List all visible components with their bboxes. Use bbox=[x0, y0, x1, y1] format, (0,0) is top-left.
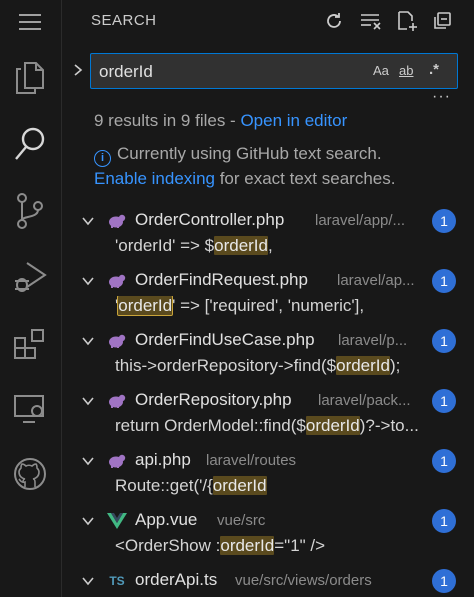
match-count-badge: 1 bbox=[432, 329, 456, 353]
files-icon[interactable] bbox=[0, 58, 60, 98]
enable-indexing-link[interactable]: Enable indexing bbox=[94, 169, 215, 188]
menu-icon[interactable] bbox=[0, 6, 60, 38]
match-after: ); bbox=[389, 356, 401, 375]
file-path: vue/src bbox=[217, 512, 266, 529]
vue-file-icon bbox=[107, 511, 127, 531]
match-count-badge: 1 bbox=[432, 569, 456, 593]
file-path: laravel/app/... bbox=[315, 212, 406, 229]
file-name: OrderFindUseCase.php bbox=[135, 330, 315, 349]
toggle-replace-chevron-icon[interactable] bbox=[71, 63, 85, 77]
php-file-icon bbox=[107, 271, 127, 291]
info-message: i Currently using GitHub text search. bbox=[94, 144, 382, 167]
info-icon: i bbox=[94, 150, 111, 167]
match-case-toggle[interactable]: Aa bbox=[373, 63, 389, 78]
match-before: Route::get('/{ bbox=[115, 476, 213, 495]
open-in-editor-link[interactable]: Open in editor bbox=[240, 111, 347, 130]
match-count-badge: 1 bbox=[432, 449, 456, 473]
search-icon[interactable] bbox=[0, 122, 60, 166]
match-before: return OrderModel::find($ bbox=[115, 416, 306, 435]
file-result-row[interactable]: OrderFindUseCase.php laravel/p... 1 bbox=[63, 326, 474, 356]
file-name: orderApi.ts bbox=[135, 570, 218, 589]
chevron-down-icon[interactable] bbox=[81, 334, 95, 348]
file-name: OrderFindRequest.php bbox=[135, 270, 308, 289]
match-count-badge: 1 bbox=[432, 209, 456, 233]
chevron-down-icon[interactable] bbox=[81, 454, 95, 468]
file-path: laravel/p... bbox=[338, 332, 408, 349]
match-line[interactable]: <OrderShow :orderId="1" /> bbox=[115, 536, 470, 556]
match-before: this->orderRepository->find($ bbox=[115, 356, 337, 375]
collapse-all-icon[interactable] bbox=[430, 9, 454, 33]
file-result-row[interactable]: OrderRepository.php laravel/pack... 1 bbox=[63, 386, 474, 416]
match-highlight: orderId bbox=[305, 416, 360, 435]
info-message-2: Enable indexing for exact text searches. bbox=[94, 169, 395, 189]
activity-bar bbox=[0, 0, 62, 597]
search-input-value[interactable]: orderId bbox=[99, 62, 153, 82]
file-path: laravel/ap... bbox=[337, 272, 415, 289]
match-line[interactable]: 'orderId' => $orderId, bbox=[115, 236, 470, 256]
match-highlight: orderId bbox=[336, 356, 390, 375]
info-line-2: for exact text searches. bbox=[214, 169, 396, 188]
extensions-icon[interactable] bbox=[0, 322, 60, 366]
github-icon[interactable] bbox=[0, 452, 60, 496]
file-result-row[interactable]: api.php laravel/routes 1 bbox=[63, 446, 474, 476]
match-after: , bbox=[268, 236, 273, 255]
run-debug-icon[interactable] bbox=[0, 255, 60, 299]
results-summary: 9 results in 9 files - Open in editor bbox=[94, 111, 347, 131]
file-path: laravel/routes bbox=[206, 452, 297, 469]
ts-file-icon: TS bbox=[109, 574, 125, 588]
chevron-down-icon[interactable] bbox=[81, 214, 95, 228]
match-after: )?->to... bbox=[359, 416, 419, 435]
match-line[interactable]: 'orderId' => ['required', 'numeric'], bbox=[115, 296, 470, 316]
match-highlight: orderId bbox=[212, 476, 267, 495]
file-name: App.vue bbox=[135, 510, 198, 529]
match-after: ="1" /> bbox=[274, 536, 326, 555]
file-path: laravel/pack... bbox=[318, 392, 411, 409]
match-line[interactable]: Route::get('/{orderId bbox=[115, 476, 470, 496]
search-input[interactable]: orderId Aa ab .* bbox=[90, 53, 458, 89]
chevron-down-icon[interactable] bbox=[81, 274, 95, 288]
match-whole-word-toggle[interactable]: ab bbox=[399, 63, 413, 78]
match-line[interactable]: return OrderModel::find($orderId)?->to..… bbox=[115, 416, 470, 436]
chevron-down-icon[interactable] bbox=[81, 574, 95, 588]
remote-explorer-icon[interactable] bbox=[0, 389, 60, 429]
match-count-badge: 1 bbox=[432, 269, 456, 293]
source-control-icon[interactable] bbox=[0, 189, 60, 233]
match-before: <OrderShow : bbox=[115, 536, 221, 555]
more-options-icon[interactable]: ··· bbox=[432, 88, 451, 106]
sidebar-title: SEARCH bbox=[91, 12, 157, 29]
chevron-down-icon[interactable] bbox=[81, 394, 95, 408]
match-line[interactable]: this->orderRepository->find($orderId); bbox=[115, 356, 470, 376]
file-name: OrderRepository.php bbox=[135, 390, 292, 409]
new-search-editor-icon[interactable] bbox=[395, 9, 419, 33]
file-result-row[interactable]: OrderFindRequest.php laravel/ap... 1 bbox=[63, 266, 474, 296]
file-path: vue/src/views/orders bbox=[235, 572, 372, 589]
php-file-icon bbox=[107, 211, 127, 231]
search-sidebar: SEARCH orderId Aa ab .* ··· 9 results in… bbox=[63, 0, 474, 597]
php-file-icon bbox=[107, 451, 127, 471]
use-regex-toggle[interactable]: .* bbox=[429, 61, 439, 78]
file-result-row[interactable]: App.vue vue/src 1 bbox=[63, 506, 474, 536]
file-result-row[interactable]: TS orderApi.ts vue/src/views/orders 1 bbox=[63, 566, 474, 596]
file-result-row[interactable]: OrderController.php laravel/app/... 1 bbox=[63, 206, 474, 236]
match-highlight: orderId bbox=[214, 236, 268, 255]
match-highlight: orderId bbox=[220, 536, 275, 555]
refresh-icon[interactable] bbox=[322, 9, 346, 33]
file-name: OrderController.php bbox=[135, 210, 285, 229]
php-file-icon bbox=[107, 391, 127, 411]
match-count-badge: 1 bbox=[432, 509, 456, 533]
match-before: 'orderId' => $ bbox=[115, 236, 215, 255]
clear-results-icon[interactable] bbox=[359, 9, 383, 33]
info-line-1: Currently using GitHub text search. bbox=[117, 144, 382, 163]
match-highlight: orderId bbox=[117, 296, 174, 316]
file-name: api.php bbox=[135, 450, 191, 469]
php-file-icon bbox=[107, 331, 127, 351]
match-after: ' => ['required', 'numeric'], bbox=[172, 296, 365, 315]
chevron-down-icon[interactable] bbox=[81, 514, 95, 528]
match-count-badge: 1 bbox=[432, 389, 456, 413]
results-count: 9 results in 9 files - bbox=[94, 111, 241, 130]
